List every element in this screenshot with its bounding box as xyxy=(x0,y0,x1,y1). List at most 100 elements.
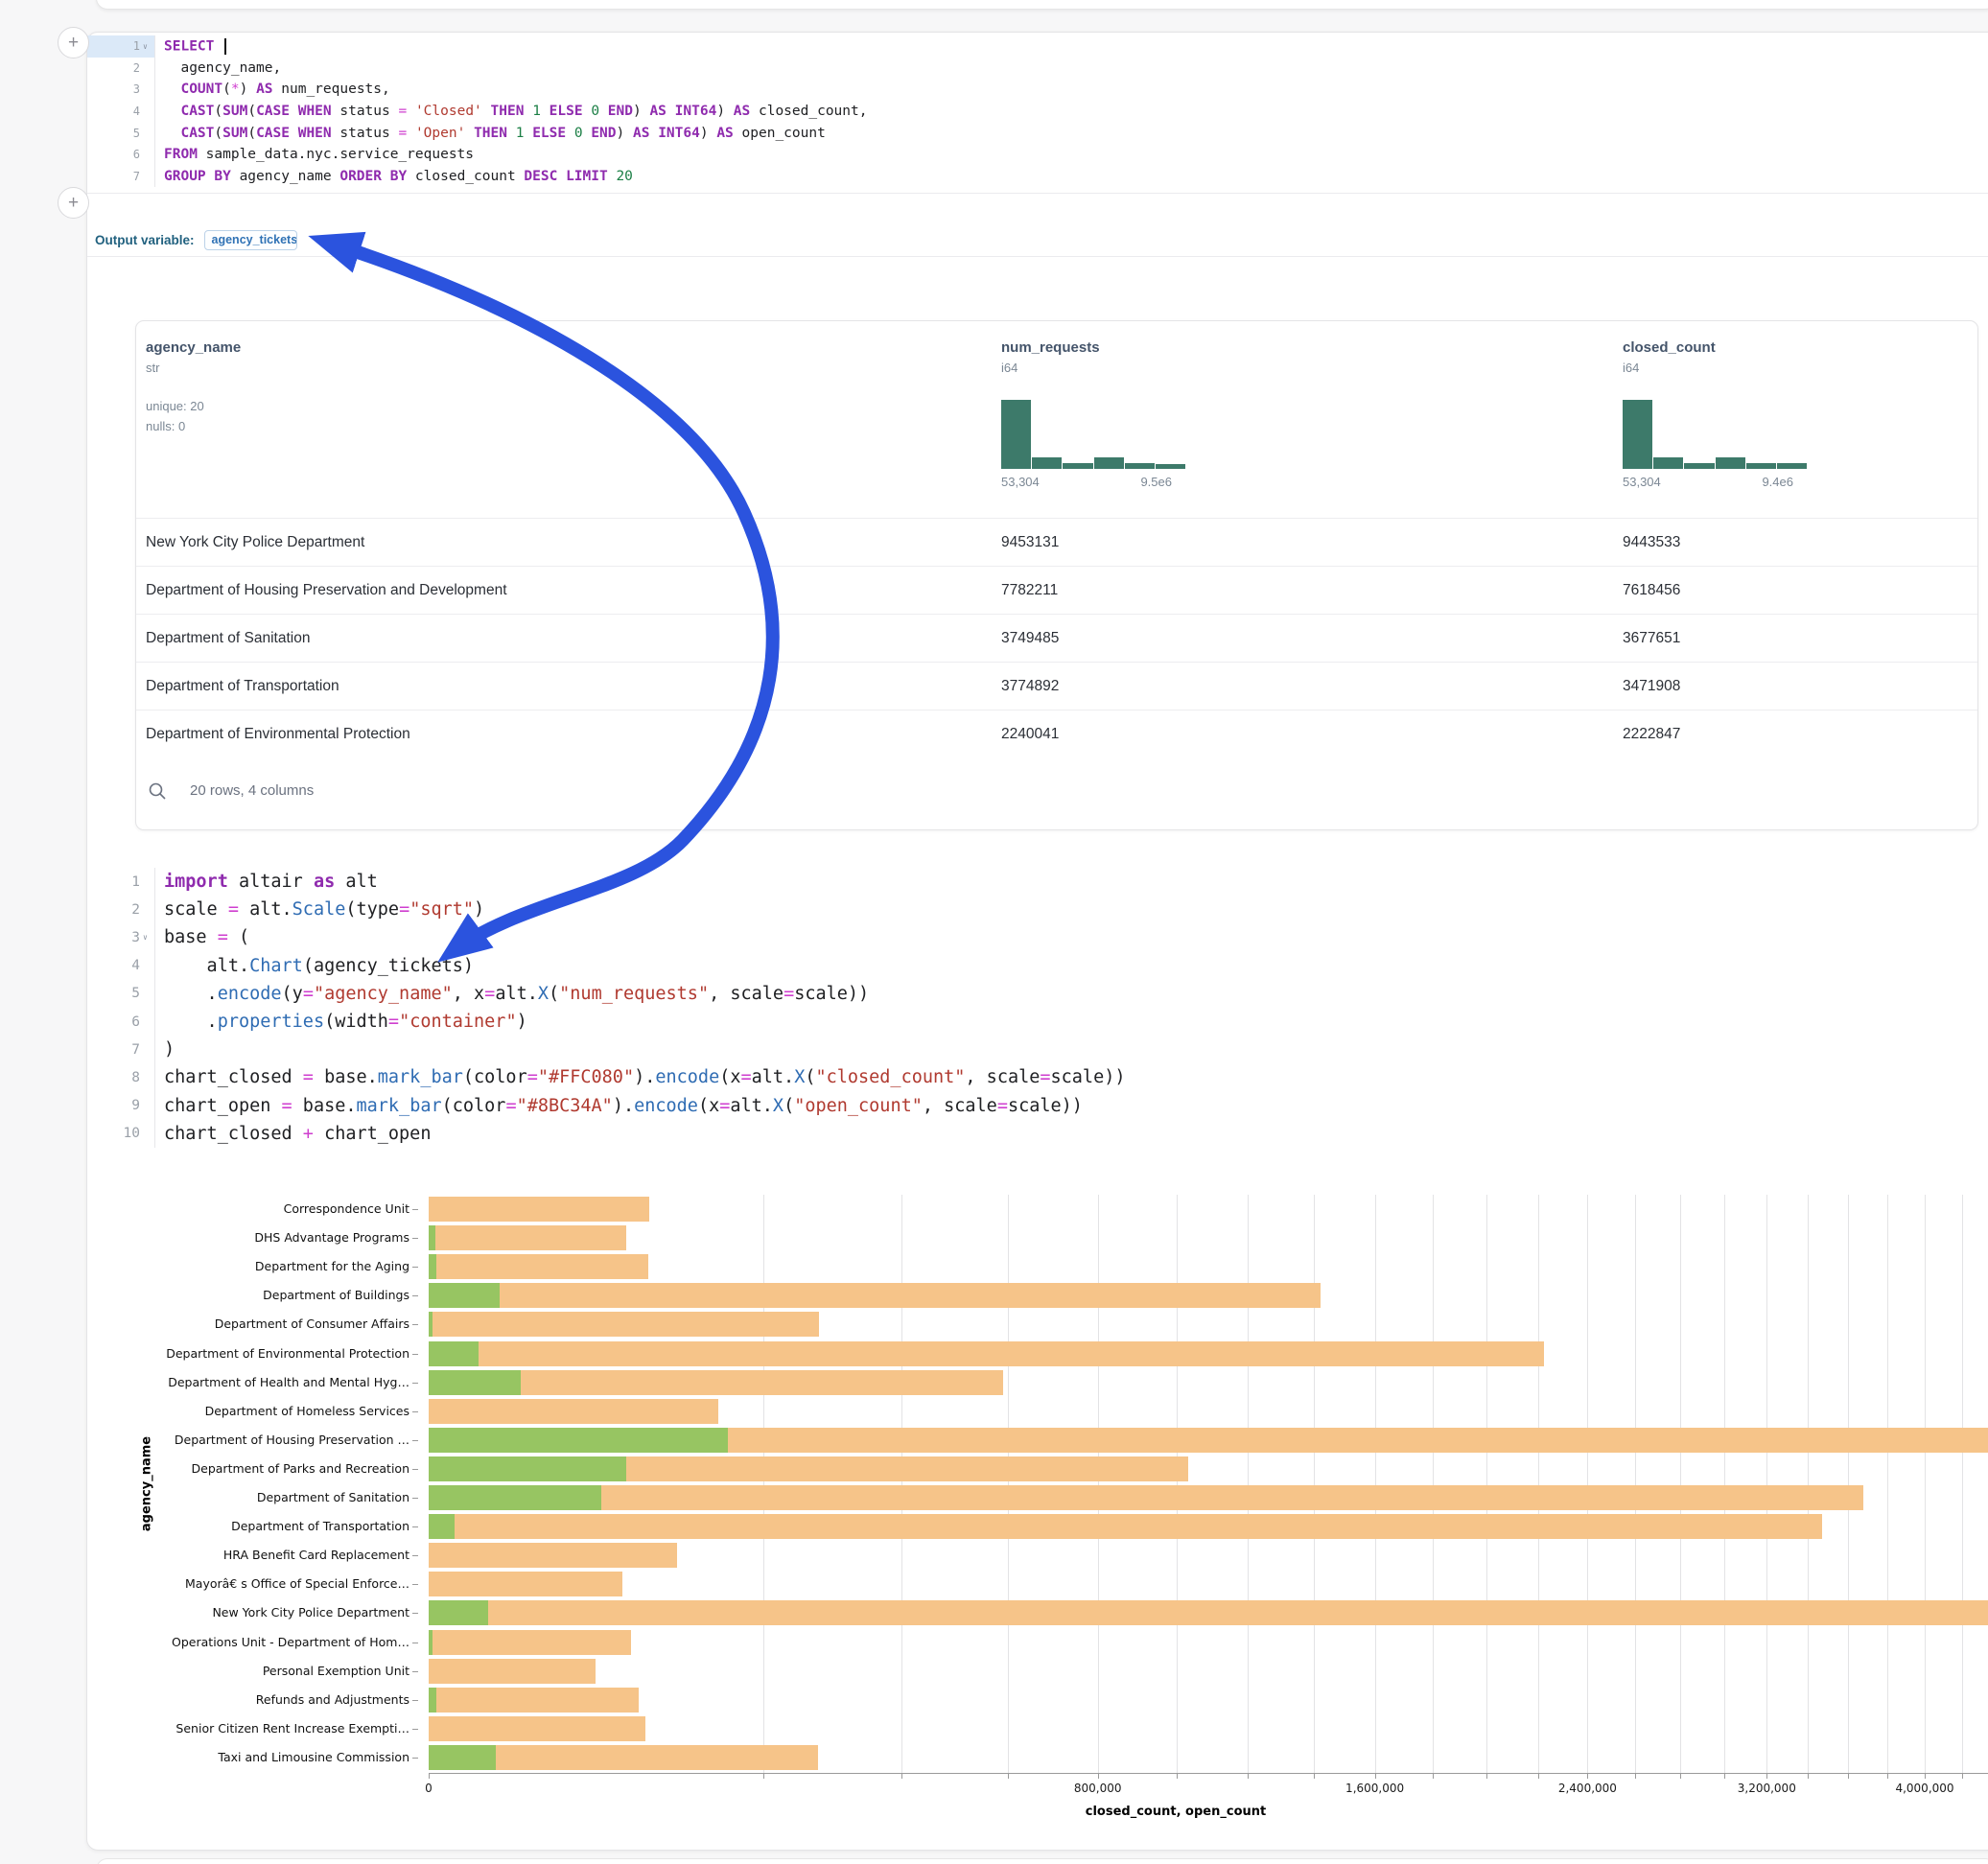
code-token: = xyxy=(398,104,407,119)
bar-closed-count xyxy=(429,1341,1544,1366)
table-row[interactable]: Department of Environmental Protection22… xyxy=(136,710,1977,757)
histogram-bar xyxy=(1156,464,1185,469)
y-tick xyxy=(412,1440,418,1441)
code-line[interactable]: 2 agency_name, xyxy=(87,58,1988,80)
add-cell-button-top[interactable]: + xyxy=(58,27,89,58)
table-body: New York City Police Department945313194… xyxy=(136,518,1977,757)
line-number: 5 xyxy=(133,127,143,140)
bar-open-count xyxy=(429,1745,496,1770)
table-shape-text: 20 rows, 4 columns xyxy=(190,782,314,799)
python-editor[interactable]: 1import altair as alt2scale = alt.Scale(… xyxy=(87,868,1988,1148)
line-number: 8 xyxy=(131,1070,143,1085)
code-token: X xyxy=(773,1096,784,1116)
line-number-gutter: 9 xyxy=(87,1092,155,1120)
x-tick xyxy=(1008,1773,1009,1779)
table-row[interactable]: Department of Housing Preservation and D… xyxy=(136,566,1977,614)
code-token: = xyxy=(399,899,409,920)
code-line[interactable]: 9chart_open = base.mark_bar(color="#8BC3… xyxy=(87,1092,1988,1120)
code-line[interactable]: 4 CAST(SUM(CASE WHEN status = 'Closed' T… xyxy=(87,101,1988,123)
code-token: alt. xyxy=(495,984,538,1004)
search-icon[interactable] xyxy=(148,781,167,801)
table-cell: 3774892 xyxy=(1001,663,1059,710)
code-line[interactable]: 4 alt.Chart(agency_tickets) xyxy=(87,952,1988,980)
histogram-bar xyxy=(1623,400,1652,469)
line-number-gutter: 3∨ xyxy=(87,923,155,951)
y-tick-label: Senior Citizen Rent Increase Exempti… xyxy=(135,1714,409,1743)
code-token: = xyxy=(218,927,228,947)
output-variable-value: agency_tickets xyxy=(212,233,297,246)
code-token: END xyxy=(608,104,633,119)
bar-closed-count xyxy=(429,1716,645,1741)
output-variable-pill[interactable]: agency_tickets xyxy=(204,230,297,250)
histogram-bar xyxy=(1653,457,1683,469)
code-token: ( xyxy=(247,104,256,119)
x-tick-label: 3,200,000 xyxy=(1738,1782,1796,1795)
y-tick xyxy=(412,1209,418,1210)
y-tick xyxy=(412,1758,418,1759)
column-histogram xyxy=(1001,400,1185,469)
code-line[interactable]: 10chart_closed + chart_open xyxy=(87,1120,1988,1148)
notebook-cell: 1∨SELECT 2 agency_name,3 COUNT(*) AS num… xyxy=(86,32,1988,1851)
next-cell-top xyxy=(96,1858,1988,1864)
code-line[interactable]: 5 CAST(SUM(CASE WHEN status = 'Open' THE… xyxy=(87,122,1988,144)
code-token: Scale xyxy=(292,899,346,920)
code-line[interactable]: 5 .encode(y="agency_name", x=alt.X("num_… xyxy=(87,980,1988,1008)
code-line[interactable]: 1∨SELECT xyxy=(87,35,1988,58)
bar-open-count xyxy=(429,1341,479,1366)
histogram-bar xyxy=(1684,463,1714,469)
table-cell: Department of Transportation xyxy=(146,663,339,710)
code-token: scale xyxy=(164,899,228,920)
code-token: = xyxy=(1040,1067,1050,1087)
sql-editor[interactable]: 1∨SELECT 2 agency_name,3 COUNT(*) AS num… xyxy=(87,35,1988,187)
chart-row: Correspondence Unit xyxy=(135,1195,1988,1223)
column-stat: nulls: 0 xyxy=(146,416,241,436)
table-row[interactable]: New York City Police Department945313194… xyxy=(136,518,1977,566)
code-text: ) xyxy=(155,1039,175,1060)
collapse-chevron-icon: ∨ xyxy=(143,42,154,51)
code-line[interactable]: 7GROUP BY agency_name ORDER BY closed_co… xyxy=(87,166,1988,188)
code-line[interactable]: 3∨base = ( xyxy=(87,923,1988,951)
code-line[interactable]: 3 COUNT(*) AS num_requests, xyxy=(87,79,1988,101)
code-token: GROUP BY xyxy=(164,169,231,184)
code-token: ). xyxy=(634,1067,655,1087)
chart-row: Department of Sanitation xyxy=(135,1483,1988,1512)
code-line[interactable]: 7) xyxy=(87,1036,1988,1063)
code-token: ) xyxy=(474,899,484,920)
plus-icon: + xyxy=(68,33,79,53)
histogram-labels: 53,3049.5e6 xyxy=(1001,475,1185,489)
y-tick xyxy=(412,1555,418,1556)
y-tick xyxy=(412,1700,418,1701)
y-tick-label: Department of Parks and Recreation xyxy=(135,1455,409,1483)
table-row[interactable]: Department of Sanitation37494853677651 xyxy=(136,614,1977,662)
line-number: 3 xyxy=(131,930,143,945)
code-text: base = ( xyxy=(155,927,249,947)
code-line[interactable]: 6 .properties(width="container") xyxy=(87,1008,1988,1036)
y-tick-label: Department of Sanitation xyxy=(135,1483,409,1512)
code-token: (x xyxy=(719,1067,740,1087)
code-line[interactable]: 6FROM sample_data.nyc.service_requests xyxy=(87,144,1988,166)
add-cell-button-output[interactable]: + xyxy=(58,187,89,219)
code-line[interactable]: 1import altair as alt xyxy=(87,868,1988,896)
code-token: = xyxy=(303,1067,314,1087)
x-tick-label: 1,600,000 xyxy=(1345,1782,1404,1795)
code-token: (agency_tickets) xyxy=(303,956,474,976)
histogram-bar xyxy=(1032,457,1062,469)
line-number-gutter: 7 xyxy=(87,1036,155,1063)
chart-row: Department of Transportation xyxy=(135,1512,1988,1541)
table-row[interactable]: Department of Transportation377489234719… xyxy=(136,662,1977,710)
code-line[interactable]: 2scale = alt.Scale(type="sqrt") xyxy=(87,896,1988,923)
code-text: chart_closed = base.mark_bar(color="#FFC… xyxy=(155,1067,1125,1087)
histogram-max-label: 9.5e6 xyxy=(1140,475,1172,489)
line-number-gutter: 6 xyxy=(87,1008,155,1036)
notebook-canvas: + + 1∨SELECT 2 agency_name,3 COUNT(*) AS… xyxy=(0,0,1988,1864)
bar-closed-count xyxy=(429,1572,622,1596)
chart-row: Department of Buildings xyxy=(135,1281,1988,1310)
x-tick-label: 4,000,000 xyxy=(1895,1782,1953,1795)
code-token: COUNT xyxy=(180,82,222,97)
line-number-gutter: 5 xyxy=(87,122,155,144)
code-line[interactable]: 8 chart_closed = base.mark_bar(color="#FF… xyxy=(87,1063,1988,1091)
y-tick xyxy=(412,1295,418,1296)
chart-row: Department of Parks and Recreation xyxy=(135,1455,1988,1483)
x-tick xyxy=(1433,1773,1434,1779)
bar-open-count xyxy=(429,1225,435,1250)
